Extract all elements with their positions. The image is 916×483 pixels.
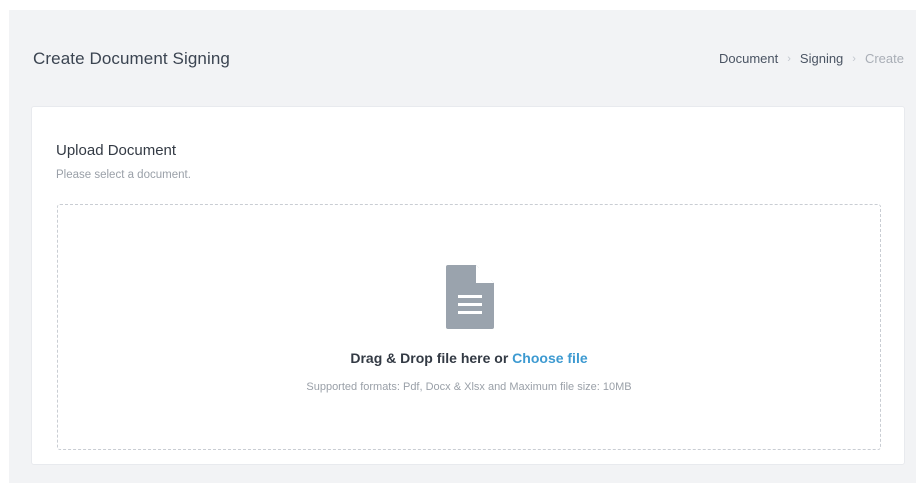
page-title: Create Document Signing <box>33 49 230 68</box>
supported-formats-text: Supported formats: Pdf, Docx & Xlsx and … <box>306 381 632 393</box>
breadcrumb-item-create: Create <box>864 51 904 66</box>
upload-card: Upload Document Please select a document… <box>31 106 905 465</box>
file-dropzone[interactable]: Drag & Drop file here or Choose file Sup… <box>57 204 881 450</box>
breadcrumb-item-document[interactable]: Document <box>719 51 778 66</box>
choose-file-link[interactable]: Choose file <box>512 350 587 366</box>
document-icon <box>446 265 494 329</box>
drop-instruction-text: Drag & Drop file here or <box>350 350 513 366</box>
page-container: Create Document Signing Document › Signi… <box>9 10 916 483</box>
page-header: Create Document Signing Document › Signi… <box>9 10 916 108</box>
card-title: Upload Document <box>56 142 177 159</box>
chevron-right-icon: › <box>787 52 791 65</box>
breadcrumb-item-signing[interactable]: Signing <box>800 51 843 66</box>
breadcrumb: Document › Signing › Create <box>719 51 904 66</box>
card-subtitle: Please select a document. <box>56 169 191 181</box>
drop-instruction: Drag & Drop file here or Choose file <box>58 350 880 366</box>
chevron-right-icon: › <box>852 52 856 65</box>
